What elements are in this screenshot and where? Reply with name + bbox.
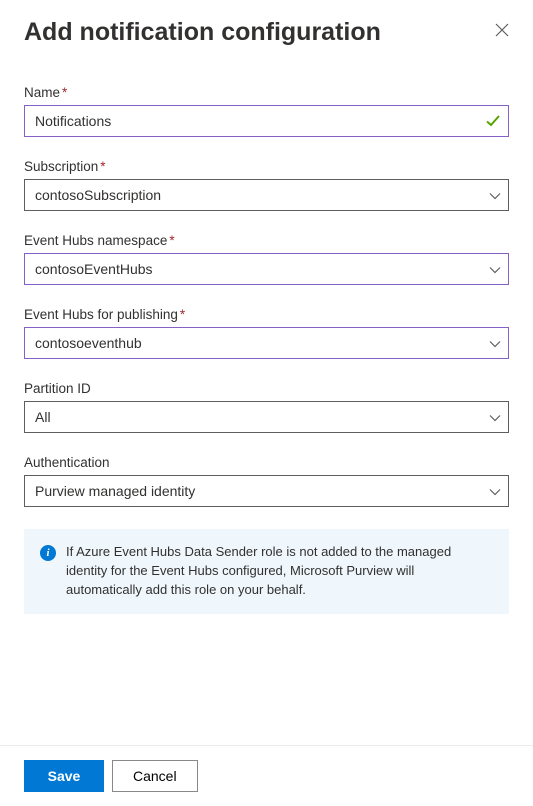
subscription-select[interactable]: contosoSubscription [24,179,509,211]
partition-value: All [35,409,51,425]
close-icon [495,23,509,42]
publishing-value: contosoeventhub [35,335,142,351]
info-icon: i [40,545,56,561]
info-message: i If Azure Event Hubs Data Sender role i… [24,529,509,614]
info-text: If Azure Event Hubs Data Sender role is … [66,543,493,600]
partition-label: Partition ID [24,381,509,396]
panel-title: Add notification configuration [24,18,381,47]
auth-label: Authentication [24,455,509,470]
subscription-label: Subscription* [24,159,509,174]
save-button[interactable]: Save [24,760,104,792]
auth-select[interactable]: Purview managed identity [24,475,509,507]
checkmark-icon [485,113,501,129]
publishing-select[interactable]: contosoeventhub [24,327,509,359]
publishing-label: Event Hubs for publishing* [24,307,509,322]
namespace-label: Event Hubs namespace* [24,233,509,248]
name-input[interactable] [24,105,509,137]
partition-select[interactable]: All [24,401,509,433]
close-button[interactable] [495,26,509,40]
footer: Save Cancel [0,745,533,806]
cancel-button[interactable]: Cancel [112,760,198,792]
namespace-value: contosoEventHubs [35,261,153,277]
auth-value: Purview managed identity [35,483,195,499]
name-label: Name* [24,85,509,100]
namespace-select[interactable]: contosoEventHubs [24,253,509,285]
subscription-value: contosoSubscription [35,187,161,203]
